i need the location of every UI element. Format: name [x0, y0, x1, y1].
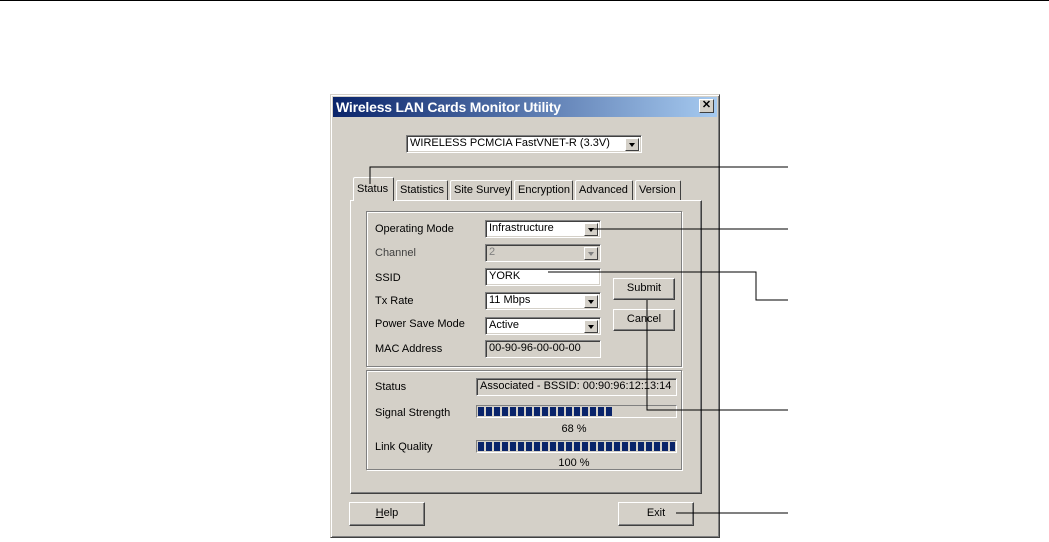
link-status-value: Associated - BSSID: 00:90:96:12:13:14	[480, 380, 672, 392]
power-save-label: Power Save Mode	[375, 318, 465, 330]
window-title: Wireless LAN Cards Monitor Utility	[336, 99, 561, 115]
signal-strength-fill	[478, 407, 612, 416]
chevron-down-icon	[584, 247, 598, 260]
tab-label: Advanced	[579, 184, 628, 196]
operating-mode-select[interactable]: Infrastructure	[485, 220, 601, 238]
ssid-label: SSID	[375, 272, 401, 284]
signal-strength-bar	[476, 405, 677, 418]
tab-version[interactable]: Version	[635, 180, 681, 200]
link-status-field: Associated - BSSID: 00:90:96:12:13:14	[476, 378, 677, 396]
page-top-rule	[0, 0, 1049, 1]
power-save-value: Active	[489, 319, 519, 331]
chevron-down-icon[interactable]	[584, 223, 598, 236]
link-quality-fill	[478, 442, 675, 451]
help-button[interactable]: Help	[349, 502, 425, 526]
submit-label: Submit	[626, 282, 662, 294]
tx-rate-value: 11 Mbps	[489, 294, 531, 306]
chevron-down-icon[interactable]	[584, 295, 598, 308]
chevron-down-icon[interactable]	[584, 320, 598, 333]
channel-select: 2	[485, 244, 601, 262]
help-mnemonic: H	[375, 507, 384, 519]
ssid-value: YORK	[489, 270, 521, 282]
tab-encryption[interactable]: Encryption	[514, 180, 573, 200]
submit-button[interactable]: Submit	[613, 278, 675, 300]
tab-label: Status	[357, 183, 389, 195]
signal-strength-percent: 68 %	[561, 423, 587, 435]
close-button[interactable]: ✕	[699, 99, 714, 113]
tx-rate-select[interactable]: 11 Mbps	[485, 292, 601, 310]
tab-label: Encryption	[518, 184, 570, 196]
ssid-input[interactable]: YORK	[485, 268, 601, 286]
tab-advanced[interactable]: Advanced	[575, 180, 633, 200]
mac-address-value: 00-90-96-00-00-00	[489, 342, 581, 354]
signal-strength-label: Signal Strength	[375, 407, 451, 419]
power-save-select[interactable]: Active	[485, 317, 601, 335]
cancel-button[interactable]: Cancel	[613, 309, 675, 331]
tab-status[interactable]: Status	[353, 177, 394, 201]
help-label: elp	[383, 507, 399, 519]
channel-label: Channel	[375, 247, 416, 259]
tx-rate-label: Tx Rate	[375, 295, 414, 307]
link-quality-label: Link Quality	[375, 441, 433, 453]
tab-site-survey[interactable]: Site Survey	[450, 180, 512, 200]
tab-label: Statistics	[400, 184, 445, 196]
mac-address-label: MAC Address	[375, 343, 443, 355]
channel-value: 2	[489, 246, 496, 258]
chevron-down-icon[interactable]	[625, 138, 639, 151]
cancel-label: Cancel	[626, 313, 662, 325]
exit-button[interactable]: Exit	[618, 502, 694, 526]
mac-address-field: 00-90-96-00-00-00	[485, 340, 601, 358]
operating-mode-value: Infrastructure	[489, 222, 554, 234]
device-select-value: WIRELESS PCMCIA FastVNET-R (3.3V)	[410, 137, 610, 149]
tab-statistics[interactable]: Statistics	[396, 180, 448, 200]
title-bar[interactable]: Wireless LAN Cards Monitor Utility ✕	[333, 97, 717, 117]
tab-label: Site Survey	[454, 184, 511, 196]
link-quality-bar	[476, 440, 677, 453]
link-quality-percent: 100 %	[558, 457, 590, 469]
tab-label: Version	[639, 184, 676, 196]
exit-label: Exit	[646, 507, 666, 519]
device-select[interactable]: WIRELESS PCMCIA FastVNET-R (3.3V)	[406, 135, 642, 153]
operating-mode-label: Operating Mode	[375, 223, 454, 235]
link-status-label: Status	[375, 381, 407, 393]
close-icon: ✕	[701, 99, 712, 111]
